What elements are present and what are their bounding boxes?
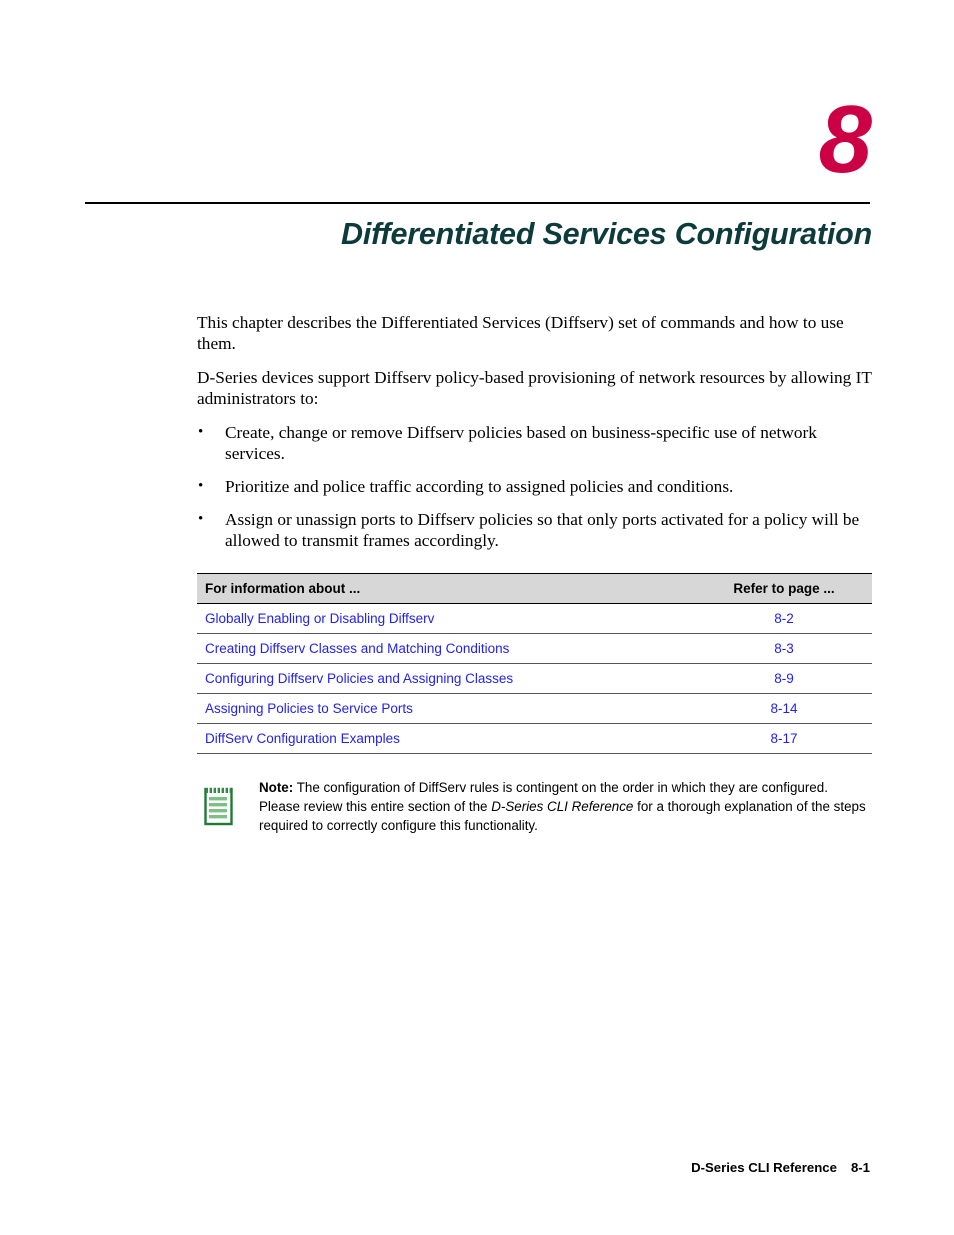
chapter-content: This chapter describes the Differentiate…	[197, 312, 872, 838]
page-title: Differentiated Services Configuration	[341, 217, 872, 251]
note-emphasis: D-Series CLI Reference	[491, 799, 634, 814]
note-text: Note: The configuration of DiffServ rule…	[259, 778, 872, 835]
table-row[interactable]: Globally Enabling or Disabling Diffserv …	[197, 603, 872, 634]
intro-paragraph-2: D-Series devices support Diffserv policy…	[197, 368, 872, 408]
page-link[interactable]: 8-2	[696, 603, 872, 634]
column-header-page: Refer to page ...	[696, 573, 872, 604]
notepad-icon	[203, 784, 235, 826]
footer-page-number: 8-1	[850, 1160, 870, 1175]
table-row[interactable]: Configuring Diffserv Policies and Assign…	[197, 663, 872, 694]
page-link[interactable]: 8-14	[696, 693, 872, 724]
column-header-topic: For information about ...	[197, 573, 696, 604]
list-item: Assign or unassign ports to Diffserv pol…	[197, 509, 872, 551]
footer-document-name: D-Series CLI Reference	[691, 1160, 837, 1175]
table-row[interactable]: Assigning Policies to Service Ports 8-14	[197, 693, 872, 724]
list-item: Prioritize and police traffic according …	[197, 476, 872, 497]
header-rule	[85, 202, 870, 204]
intro-paragraph-1: This chapter describes the Differentiate…	[197, 313, 844, 353]
topic-link[interactable]: Creating Diffserv Classes and Matching C…	[197, 633, 696, 664]
topic-link[interactable]: Assigning Policies to Service Ports	[197, 693, 696, 724]
table-row[interactable]: DiffServ Configuration Examples 8-17	[197, 723, 872, 754]
chapter-contents-table: For information about ... Refer to page …	[197, 573, 872, 754]
page-link[interactable]: 8-9	[696, 663, 872, 694]
table-row[interactable]: Creating Diffserv Classes and Matching C…	[197, 633, 872, 664]
table-header-row: For information about ... Refer to page …	[197, 573, 872, 604]
topic-link[interactable]: Configuring Diffserv Policies and Assign…	[197, 663, 696, 694]
page-link[interactable]: 8-3	[696, 633, 872, 664]
topic-link[interactable]: DiffServ Configuration Examples	[197, 723, 696, 754]
page-link[interactable]: 8-17	[696, 723, 872, 754]
capability-bullet-list: Create, change or remove Diffserv polici…	[197, 422, 872, 551]
chapter-number: 8	[818, 86, 872, 193]
note-callout: Note: The configuration of DiffServ rule…	[197, 778, 872, 838]
page-footer: D-Series CLI Reference 8-1	[0, 1160, 870, 1175]
note-label: Note:	[259, 780, 294, 795]
list-item: Create, change or remove Diffserv polici…	[197, 422, 872, 464]
topic-link[interactable]: Globally Enabling or Disabling Diffserv	[197, 603, 696, 634]
